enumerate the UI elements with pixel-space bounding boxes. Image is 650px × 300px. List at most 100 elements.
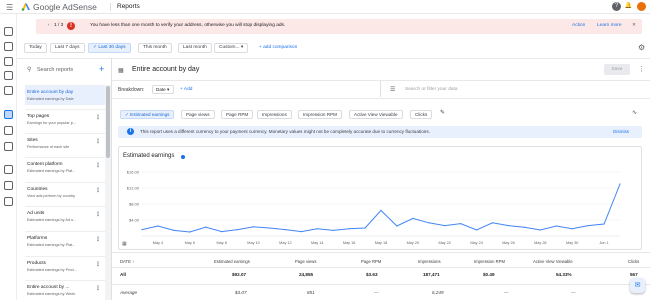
earnings-chart[interactable]: $16.00 $12.00 $8.00 $4.00 May 4 May 6 May 8 May… bbox=[118, 160, 642, 250]
more-icon[interactable]: ⋮ bbox=[95, 138, 101, 145]
sites-icon[interactable] bbox=[4, 42, 13, 51]
data-point[interactable] bbox=[316, 228, 318, 230]
report-item-entire-account-by-day[interactable]: Entire account by day Estimated earnings… bbox=[25, 85, 105, 105]
filter-input[interactable]: Search or filter your data bbox=[405, 87, 458, 92]
notifications-icon[interactable]: 🔔 bbox=[624, 2, 633, 11]
data-point[interactable] bbox=[539, 229, 541, 231]
more-icon[interactable]: ⋮ bbox=[95, 236, 101, 243]
data-point[interactable] bbox=[268, 227, 271, 229]
column-header-date[interactable]: DATE ↑ bbox=[120, 259, 134, 264]
metric-tab-clicks[interactable]: Clicks bbox=[410, 110, 433, 119]
more-icon[interactable]: ⋮ bbox=[95, 162, 101, 169]
data-point[interactable] bbox=[189, 231, 191, 233]
learn-more-link[interactable]: Learn more bbox=[597, 23, 622, 28]
data-point[interactable] bbox=[157, 225, 159, 227]
data-point[interactable] bbox=[173, 229, 175, 231]
data-point[interactable] bbox=[587, 225, 589, 227]
more-icon[interactable]: ⋮ bbox=[95, 261, 101, 268]
add-comparison-link[interactable]: + add comparison bbox=[259, 45, 297, 50]
report-item-products[interactable]: Products Estimated earnings by Prod... ⋮ bbox=[25, 256, 105, 280]
data-point[interactable] bbox=[252, 226, 255, 228]
close-icon[interactable]: ✕ bbox=[632, 23, 636, 28]
data-point[interactable] bbox=[284, 229, 286, 231]
metric-tab-estimated-earnings[interactable]: ✓ Estimated earnings bbox=[120, 110, 175, 119]
edit-metrics-icon[interactable]: ✎ bbox=[440, 109, 445, 116]
metric-tab-page-views[interactable]: Page views bbox=[181, 110, 215, 119]
new-report-button[interactable]: + bbox=[99, 64, 104, 74]
data-point[interactable] bbox=[619, 183, 621, 185]
report-item-entire-account-by-week[interactable]: Entire account by ... Estimated earnings… bbox=[25, 280, 105, 300]
report-item-sites[interactable]: Sites Performance of each site ⋮ bbox=[25, 133, 105, 157]
scrollbar-thumb[interactable] bbox=[106, 86, 110, 158]
add-breakdown-button[interactable]: + Add bbox=[180, 87, 192, 92]
data-point[interactable] bbox=[571, 228, 573, 230]
data-point[interactable] bbox=[364, 227, 366, 229]
data-point[interactable] bbox=[444, 225, 446, 227]
metric-tab-page-rpm[interactable]: Page RPM bbox=[221, 110, 254, 119]
data-point[interactable] bbox=[412, 217, 414, 219]
optimization-icon[interactable] bbox=[4, 126, 13, 135]
feedback-icon[interactable] bbox=[4, 197, 13, 206]
search-reports-input[interactable]: Search reports bbox=[37, 67, 73, 73]
data-point[interactable] bbox=[205, 226, 207, 228]
data-point[interactable] bbox=[523, 226, 525, 228]
breakdown-select[interactable]: Date ▾ bbox=[152, 85, 174, 94]
range-last-7-days[interactable]: Last 7 days bbox=[50, 43, 85, 53]
blocking-icon[interactable] bbox=[4, 86, 13, 95]
data-point[interactable] bbox=[491, 222, 494, 224]
payments-icon[interactable] bbox=[4, 165, 13, 174]
metric-tab-active-view-viewable[interactable]: Active View Viewable bbox=[349, 110, 403, 119]
data-point[interactable] bbox=[332, 229, 334, 231]
report-item-countries[interactable]: Countries View ads perform by country ⋮ bbox=[25, 182, 105, 206]
feedback-chat-button[interactable]: ✉ bbox=[630, 278, 645, 293]
range-custom[interactable]: Custom... ▾ bbox=[214, 43, 249, 53]
menu-icon[interactable]: ☰ bbox=[6, 3, 13, 12]
data-point[interactable] bbox=[603, 223, 605, 225]
reports-icon[interactable] bbox=[4, 110, 13, 119]
data-point[interactable] bbox=[141, 229, 143, 231]
column-header-active-view-viewable[interactable]: Active View Viewable bbox=[533, 259, 573, 264]
metric-tab-impression-rpm[interactable]: Impression RPM bbox=[298, 110, 342, 119]
column-header-page-rpm[interactable]: Page RPM bbox=[361, 259, 381, 264]
range-today[interactable]: Today bbox=[24, 43, 47, 53]
range-last-30-days[interactable]: ✓ Last 30 days bbox=[88, 43, 131, 53]
hide-chart-icon[interactable]: ∿ bbox=[632, 109, 637, 116]
series-line-estimated-earnings[interactable] bbox=[141, 183, 621, 233]
settings-icon[interactable] bbox=[4, 181, 13, 190]
more-icon[interactable]: ⋮ bbox=[95, 187, 101, 194]
column-header-estimated-earnings[interactable]: Estimated earnings bbox=[214, 259, 250, 264]
more-icon[interactable]: ⋮ bbox=[95, 114, 101, 121]
privacy-icon[interactable] bbox=[4, 71, 13, 80]
policy-icon[interactable] bbox=[4, 142, 13, 151]
home-icon[interactable] bbox=[4, 27, 13, 36]
column-header-page-views[interactable]: Page views bbox=[295, 259, 316, 264]
help-icon[interactable]: ? bbox=[612, 2, 621, 11]
banner-action-link[interactable]: Action bbox=[572, 23, 585, 28]
save-button[interactable]: Save bbox=[604, 64, 630, 75]
avatar[interactable] bbox=[637, 2, 646, 11]
data-point[interactable] bbox=[476, 229, 478, 231]
report-item-ad-units[interactable]: Ad units Estimated earnings by Ad u... ⋮ bbox=[25, 206, 105, 230]
more-icon[interactable]: ⋮ bbox=[95, 285, 101, 292]
ads-icon[interactable] bbox=[4, 57, 13, 66]
data-point[interactable] bbox=[507, 225, 510, 227]
data-point[interactable] bbox=[348, 228, 350, 230]
chart-table-toggle-icon[interactable]: ▦ bbox=[122, 241, 127, 247]
column-header-impressions[interactable]: Impressions bbox=[418, 259, 441, 264]
data-point[interactable] bbox=[428, 222, 430, 224]
data-point[interactable] bbox=[396, 225, 398, 227]
data-point[interactable] bbox=[380, 209, 382, 211]
data-point[interactable] bbox=[221, 231, 223, 233]
data-point[interactable] bbox=[460, 223, 462, 225]
more-options-icon[interactable]: ⋮ bbox=[638, 65, 645, 73]
report-item-top-pages[interactable]: Top pages Earnings for your popular p...… bbox=[25, 109, 105, 133]
range-this-month[interactable]: This month bbox=[138, 43, 172, 53]
data-point[interactable] bbox=[555, 225, 557, 227]
prev-icon[interactable]: ‹ bbox=[48, 23, 50, 28]
report-item-platforms[interactable]: Platforms Estimated earnings by Plat... … bbox=[25, 231, 105, 255]
column-header-impression-rpm[interactable]: Impression RPM bbox=[474, 259, 505, 264]
metric-tab-impressions[interactable]: Impressions bbox=[257, 110, 292, 119]
data-point[interactable] bbox=[237, 229, 239, 231]
column-header-clicks[interactable]: Clicks bbox=[628, 259, 639, 264]
gear-icon[interactable]: ⚙ bbox=[638, 43, 645, 52]
